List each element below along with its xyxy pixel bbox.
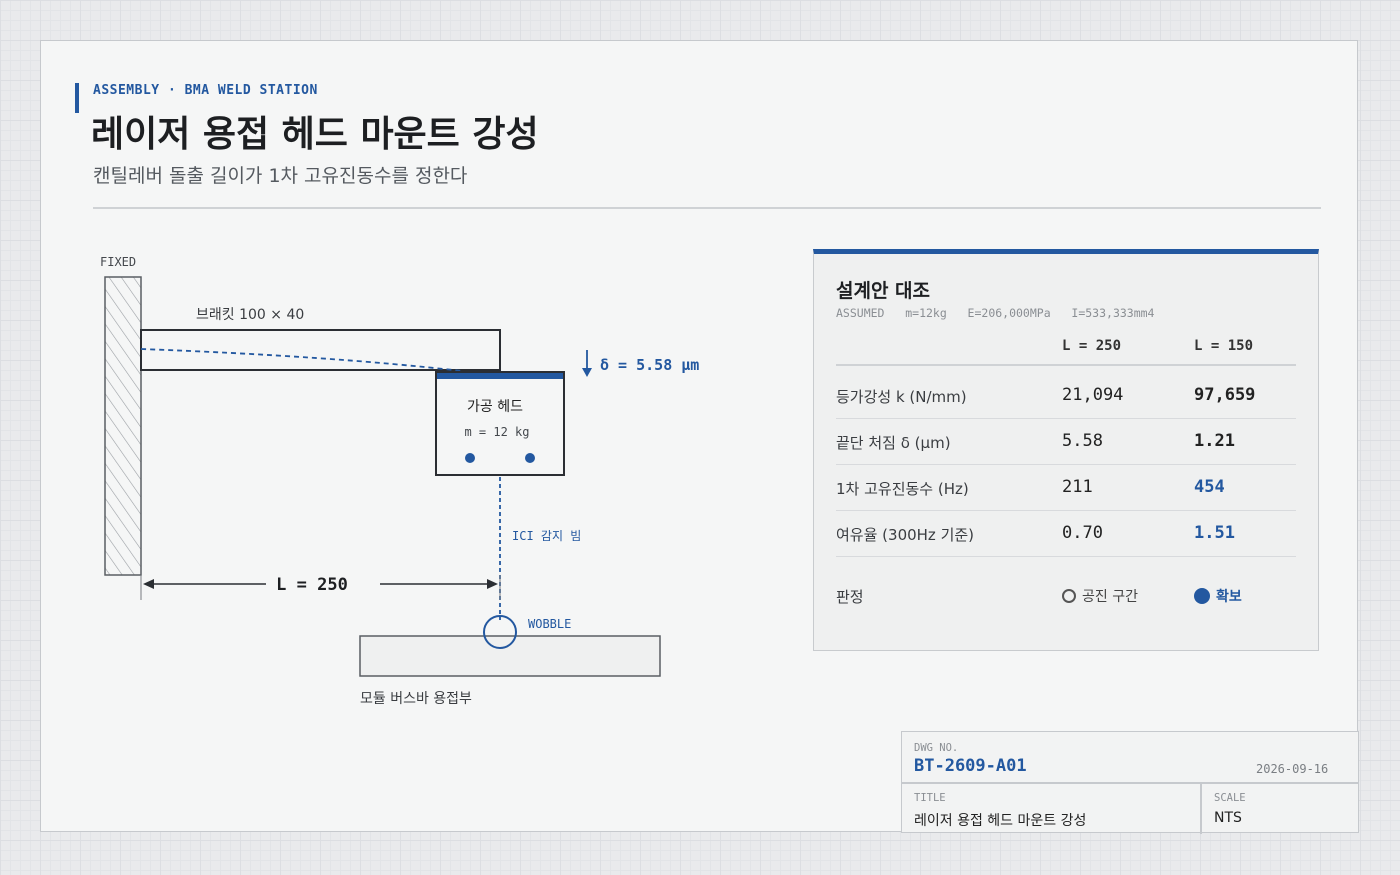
- mount-bolt-icon: [525, 453, 535, 463]
- fixed-wall: [104, 276, 142, 576]
- busbar-block: [359, 635, 661, 677]
- head-title: 가공 헤드: [467, 399, 523, 415]
- cantilever-diagram: FIXED 브래킷 100 × 40 δ = 5.58 μm 가공 헤드 m =…: [100, 255, 699, 707]
- right-arrow-icon: [487, 579, 498, 589]
- head-top-band: [437, 373, 563, 379]
- deflection-label: δ = 5.58 μm: [600, 356, 699, 374]
- mount-bolt-icon: [465, 453, 475, 463]
- busbar-label: 모듈 버스바 용접부: [360, 691, 472, 707]
- wobble-label: WOBBLE: [528, 617, 571, 631]
- bracket-beam: [140, 329, 501, 371]
- down-arrow-icon: [582, 368, 592, 377]
- head-mass: m = 12 kg: [464, 425, 529, 439]
- fixed-label: FIXED: [100, 255, 136, 269]
- length-label: L = 250: [276, 575, 348, 595]
- bracket-label: 브래킷 100 × 40: [196, 307, 304, 323]
- left-arrow-icon: [143, 579, 154, 589]
- beam-label: ICI 감지 빔: [512, 529, 581, 543]
- processing-head: [435, 371, 565, 476]
